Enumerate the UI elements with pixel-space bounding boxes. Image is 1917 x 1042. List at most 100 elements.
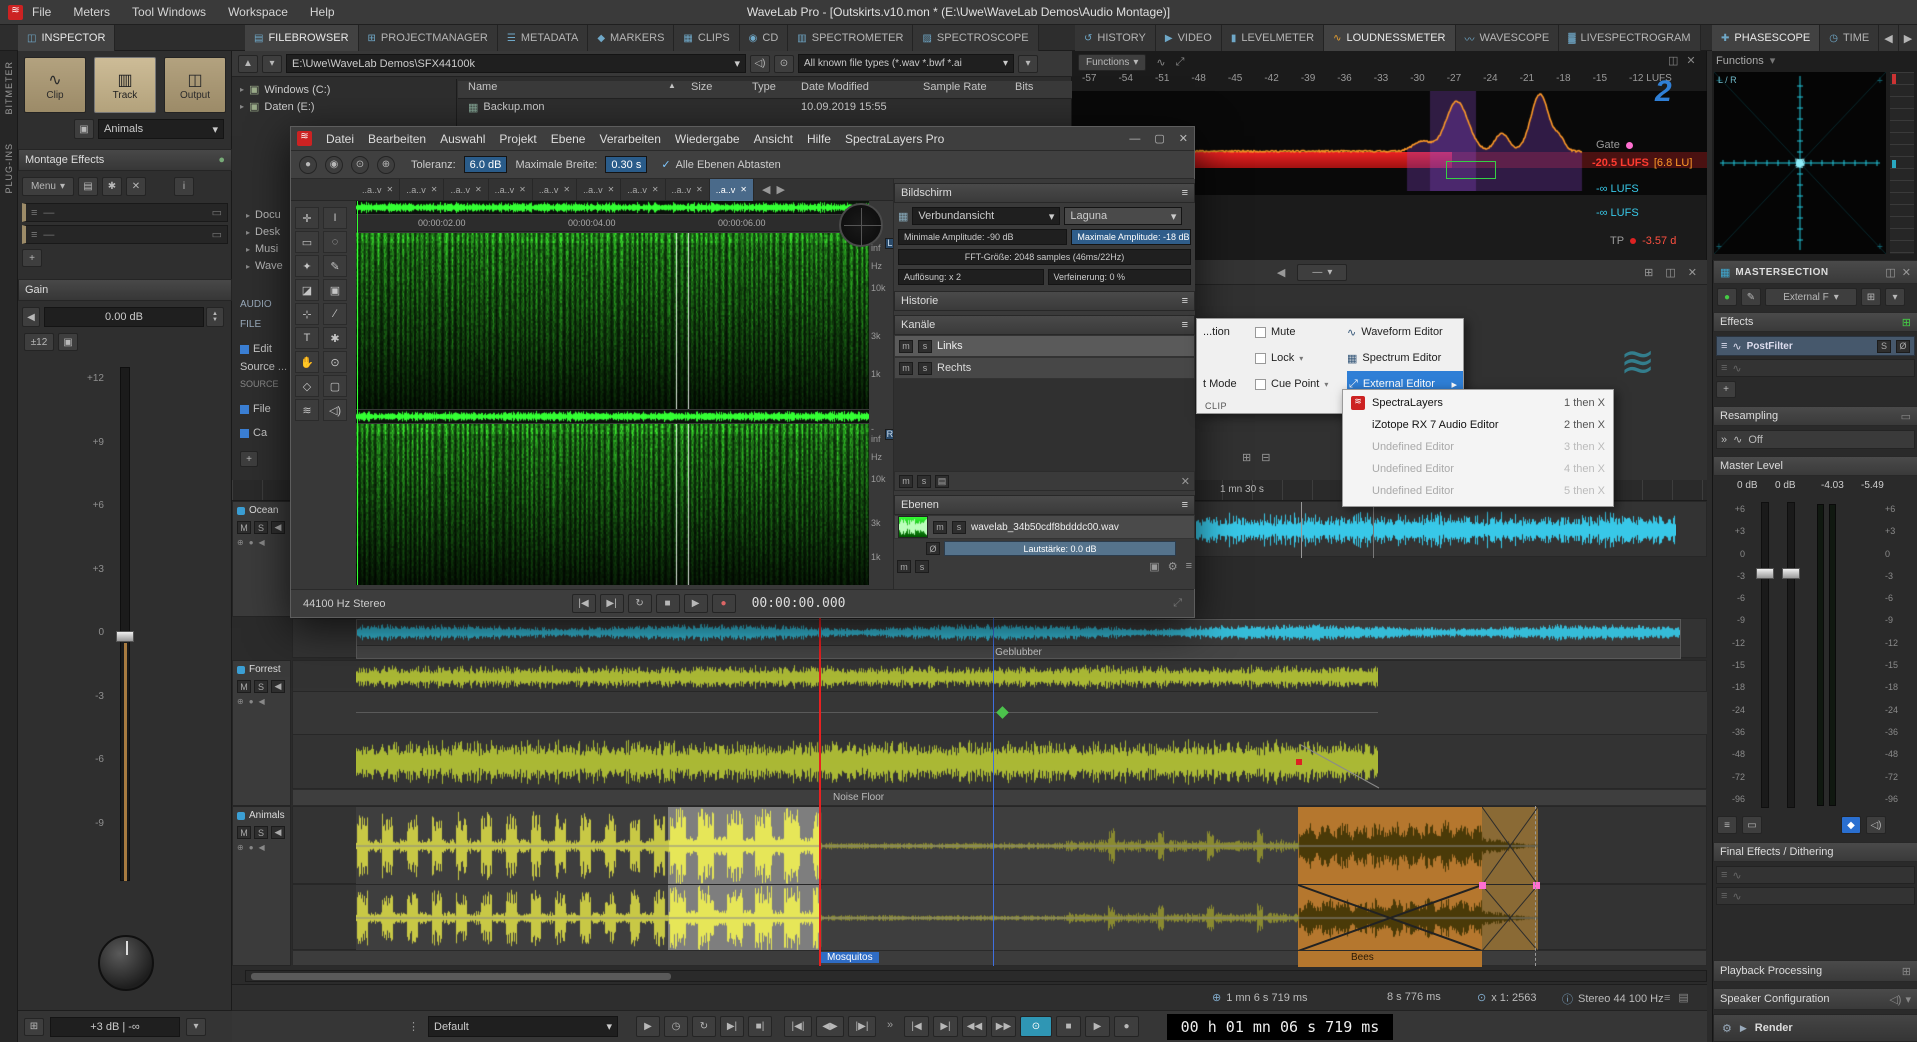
resampling-slot[interactable]: »∿Off xyxy=(1716,430,1915,449)
fade-handle[interactable] xyxy=(1479,882,1486,889)
zoom-preset-select[interactable]: —▾ xyxy=(1297,264,1347,281)
document-tab[interactable]: ..a..v✕ xyxy=(577,179,621,201)
tree-item-daten-e[interactable]: ▸▣Daten (E:) xyxy=(240,100,315,113)
channel-row-links[interactable]: msLinks xyxy=(894,335,1195,357)
navigator-knob[interactable] xyxy=(839,203,883,247)
sl-menu-auswahl[interactable]: Auswahl xyxy=(440,132,485,146)
resolution-field[interactable]: Auflösung: x 2 xyxy=(898,269,1044,285)
track-forrest-gap[interactable] xyxy=(292,692,1707,734)
master-preset-select[interactable]: External F▾ xyxy=(1765,288,1857,306)
ebenen-header[interactable]: Ebenen≡ xyxy=(894,495,1195,515)
track-route-icon[interactable]: ⊕ xyxy=(237,697,244,706)
geblubber-clip[interactable]: Geblubber xyxy=(356,619,1681,659)
expand-icon[interactable]: ▸ xyxy=(246,211,250,220)
expand-icon[interactable]: ▸ xyxy=(240,102,244,111)
file-tab-label[interactable]: File xyxy=(240,403,271,415)
text-tool[interactable]: T xyxy=(295,327,319,349)
mute-button[interactable]: M xyxy=(237,521,251,534)
layer-phase-button[interactable]: Ø xyxy=(926,542,940,555)
document-tab[interactable]: ..a..v✕ xyxy=(666,179,710,201)
render-row[interactable]: ⚙▶Render xyxy=(1713,1014,1917,1042)
zoom-in-icon[interactable]: ⊞ xyxy=(1242,451,1251,464)
functions-button[interactable]: Functions▾ xyxy=(1078,54,1146,71)
close-icon[interactable]: ✕ xyxy=(1902,266,1911,279)
dock-icon[interactable]: ◫ xyxy=(1885,266,1895,279)
sl-menu-verarbeiten[interactable]: Verarbeiten xyxy=(599,132,660,146)
solo-button[interactable]: S xyxy=(254,826,268,839)
dither-slot[interactable]: ≡∿ xyxy=(1716,866,1915,884)
history-dropdown-button[interactable]: ▾ xyxy=(262,55,282,73)
record-button[interactable]: ● xyxy=(1114,1016,1139,1037)
audition-button[interactable]: ◁) xyxy=(750,55,770,73)
sl-play-button[interactable]: ▶ xyxy=(684,594,708,613)
channel-mute[interactable]: m xyxy=(899,340,913,353)
tab-levelmeter[interactable]: ▮LEVELMETER xyxy=(1222,25,1324,51)
section-menu-icon[interactable]: ≡ xyxy=(1182,187,1188,199)
maximize-icon[interactable]: ▢ xyxy=(1154,132,1164,145)
document-tab[interactable]: ..a..v✕ xyxy=(400,179,444,201)
timecode-display[interactable]: 00 h 01 mn 06 s 719 ms xyxy=(1167,1014,1393,1040)
view-mode-select[interactable]: Verbundansicht▾ xyxy=(912,207,1060,225)
sl-menu-projekt[interactable]: Projekt xyxy=(499,132,536,146)
envelope-red-point[interactable] xyxy=(1296,759,1302,765)
kanaele-header[interactable]: Kanäle≡ xyxy=(894,315,1195,335)
sort-icon[interactable]: ▲ xyxy=(668,81,676,90)
stop-at-button[interactable]: ■| xyxy=(748,1016,772,1037)
ibeam-tool[interactable]: Ι xyxy=(323,207,347,229)
master-level-header[interactable]: Master Level xyxy=(1713,456,1917,476)
layout-icon[interactable]: ◫ xyxy=(1665,266,1675,279)
audition-tool[interactable]: ◁) xyxy=(323,399,347,421)
mute-button[interactable]: M xyxy=(237,826,251,839)
monitor-button[interactable]: ◀ xyxy=(271,680,285,693)
all-solo-button[interactable]: s xyxy=(917,475,931,488)
effects-menu-button[interactable]: Menu▾ xyxy=(22,177,74,196)
routing-button[interactable]: ⊞ xyxy=(24,1018,44,1036)
tab-next-icon[interactable]: ▶ xyxy=(776,183,784,196)
timer-button[interactable]: ◷ xyxy=(664,1016,688,1037)
submenu-izotope[interactable]: iZotope RX 7 Audio Editor2 then X xyxy=(1343,414,1613,436)
skip-region-button[interactable]: ◀▶ xyxy=(816,1016,844,1037)
close-icon[interactable]: ✕ xyxy=(1179,132,1188,145)
up-folder-button[interactable]: ▲ xyxy=(238,55,258,73)
bildschirm-header[interactable]: Bildschirm≡ xyxy=(894,183,1195,203)
master-brush-button[interactable]: ✎ xyxy=(1741,288,1761,306)
section-menu-icon[interactable]: ≡ xyxy=(1182,499,1188,511)
tab-phasescope[interactable]: ✚PHASESCOPE xyxy=(1712,25,1820,51)
track-route-icon[interactable]: ⊕ xyxy=(237,538,244,547)
section-menu-icon[interactable]: ≡ xyxy=(1182,295,1188,307)
eraser-tool[interactable]: ◪ xyxy=(295,279,319,301)
effects-header[interactable]: Effects⊞ xyxy=(1713,312,1917,332)
zoom-tool[interactable]: ⊙ xyxy=(323,351,347,373)
cursor-position[interactable]: 1 mn 6 s 719 ms xyxy=(1226,992,1307,1004)
max-width-field[interactable]: 0.30 s xyxy=(605,156,647,173)
close-icon[interactable]: ✕ xyxy=(696,185,703,194)
sl-stop-button[interactable]: ■ xyxy=(656,594,680,613)
section-menu-icon[interactable]: ≡ xyxy=(1182,319,1188,331)
search-button[interactable]: ⊙ xyxy=(774,55,794,73)
master-fader-handle-right[interactable] xyxy=(1782,568,1800,579)
track-rec-icon[interactable]: ● xyxy=(249,697,254,706)
filter-options-button[interactable]: ▾ xyxy=(1018,55,1038,73)
tab-scroll-right[interactable]: ▶ xyxy=(1899,25,1917,51)
add-track-button[interactable]: + xyxy=(240,451,258,467)
track-geblubber-row[interactable]: Geblubber xyxy=(292,618,1707,658)
track-input-icon[interactable]: ◀ xyxy=(259,538,265,547)
transform-tool[interactable]: ✛ xyxy=(295,207,319,229)
folder-button[interactable]: ▤ xyxy=(78,177,98,196)
close-icon[interactable]: ✕ xyxy=(652,185,659,194)
add-effect-icon[interactable]: ⊞ xyxy=(1902,316,1911,329)
tree-item-partial[interactable]: ▸Desk xyxy=(246,226,280,238)
play-region-button[interactable]: |▶| xyxy=(848,1016,876,1037)
playback-icon[interactable]: ⊞ xyxy=(1902,965,1911,978)
gain-link-button[interactable]: ◀ xyxy=(22,307,40,327)
power-icon[interactable]: ● xyxy=(218,154,225,166)
tab-spectroscope[interactable]: ▨SPECTROSCOPE xyxy=(913,25,1038,51)
document-tab[interactable]: ..a..v✕ xyxy=(356,179,400,201)
speaker-icon[interactable]: ◁) xyxy=(1889,993,1901,1006)
menu-meters[interactable]: Meters xyxy=(73,5,110,19)
go-start-button[interactable]: |◀ xyxy=(904,1016,929,1037)
tab-metadata[interactable]: ☰METADATA xyxy=(498,25,588,51)
all-mute-button[interactable]: m xyxy=(899,475,913,488)
track-forrest-lane2[interactable] xyxy=(292,734,1707,789)
pencil-tool[interactable]: ✱ xyxy=(323,327,347,349)
